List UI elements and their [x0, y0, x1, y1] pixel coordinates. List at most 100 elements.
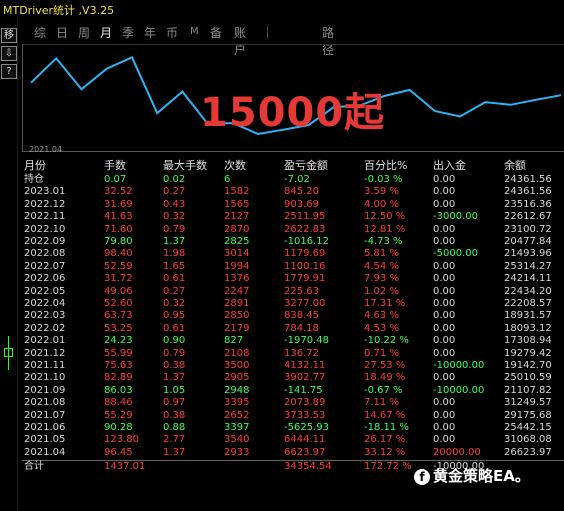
table-cell: 4.00 % — [364, 198, 399, 210]
table-row[interactable]: 2022.10 71.60 0.79 2870 2622.83 12.81 % 0.00 23… — [22, 224, 564, 236]
table-row[interactable]: 2021.07 55.29 0.38 2652 3733.53 14.67 % 0.00 29… — [22, 410, 564, 422]
table-cell: 2022.05 — [24, 285, 66, 297]
table-cell: 2022.01 — [24, 335, 66, 347]
table-cell: 0.00 — [433, 397, 456, 409]
table-row[interactable]: 2022.11 41.63 0.32 2127 2511.95 12.50 % -3000.… — [22, 211, 564, 223]
table-row[interactable]: 2022.09 79.80 1.37 2825 -1016.12 -4.73 % 0.00 2… — [22, 236, 564, 248]
table-cell: 3014 — [224, 248, 250, 260]
tab-m[interactable]: M — [190, 26, 199, 37]
table-cell: 0.95 — [163, 310, 186, 322]
table-cell: 0.27 — [163, 285, 186, 297]
table-cell: 784.18 — [284, 322, 319, 334]
table-cell: 845.20 — [284, 186, 319, 198]
table-row[interactable]: 2022.12 31.69 0.43 1565 903.69 4.00 % 0.00 2351… — [22, 199, 564, 211]
table-cell: 71.60 — [104, 223, 133, 235]
table-row[interactable]: 2021.06 90.28 0.88 3397 -5625.93 -18.11 % 0.00… — [22, 422, 564, 434]
tab-year[interactable]: 年 — [144, 24, 156, 41]
tab-day[interactable]: 日 — [56, 24, 68, 41]
table-row[interactable]: 2021.04 96.45 1.37 2933 6623.97 33.12 % 20000.… — [22, 447, 564, 459]
table-cell: 23100.72 — [504, 223, 552, 235]
table-cell: 2652 — [224, 409, 250, 421]
table-cell: 2021.12 — [24, 347, 66, 359]
table-row[interactable]: 2021.12 55.99 0.79 2108 136.72 0.71 % 0.00 1927… — [22, 348, 564, 360]
table-cell: 225.63 — [284, 285, 319, 297]
table-cell: 0.00 — [433, 186, 456, 198]
header-max-lots: 最大手数 — [163, 159, 207, 172]
table-cell: 22612.67 — [504, 211, 552, 223]
tab-quarter[interactable]: 季 — [122, 24, 134, 41]
table-cell: 1.37 — [163, 372, 186, 384]
table-cell: 0.07 — [104, 174, 127, 185]
table-row[interactable]: 2022.01 24.23 0.90 827 -1970.48 -10.22 % 0.00 1… — [22, 335, 564, 347]
table-cell: -1016.12 — [284, 236, 329, 247]
table-cell: 0.61 — [163, 322, 186, 334]
tab-divider — [267, 26, 268, 39]
summary-cell: 34354.54 — [284, 461, 332, 473]
table-cell: -5000.00 — [433, 248, 478, 260]
table-cell: 0.00 — [433, 434, 456, 446]
table-row[interactable]: 持仓 0.07 0.02 6 -7.02 -0.03 % 0.00 24361.56 — [22, 174, 564, 186]
table-cell: 63.73 — [104, 310, 133, 322]
table-cell: 21493.96 — [504, 248, 552, 260]
table-row[interactable]: 2022.04 52.60 0.32 2891 3277.00 17.31 % 0.00 22… — [22, 298, 564, 310]
table-row[interactable]: 2021.05 123.80 2.77 3540 6444.11 26.17 % 0.00 3… — [22, 434, 564, 446]
table-row[interactable]: 2023.01 32.52 0.27 1582 845.20 3.59 % 0.00 2436… — [22, 186, 564, 198]
table-cell: 49.06 — [104, 285, 133, 297]
table-row[interactable]: 2022.07 52.59 1.65 1994 1100.16 4.54 % 0.00 253… — [22, 261, 564, 273]
table-cell: 2021.08 — [24, 397, 66, 409]
table-cell: -10000.00 — [433, 384, 485, 396]
header-deposit-withdraw: 出入金 — [433, 159, 466, 172]
table-row[interactable]: 2021.08 88.46 0.97 3395 2073.89 7.11 % 0.00 312… — [22, 397, 564, 409]
table-cell: 0.00 — [433, 285, 456, 297]
table-cell: -1970.48 — [284, 335, 329, 347]
table-cell: 2891 — [224, 298, 250, 309]
move-button[interactable]: 移 — [1, 28, 17, 43]
table-row[interactable]: 2022.06 31.72 0.61 1376 1779.91 7.93 % 0.00 242… — [22, 273, 564, 285]
table-cell: 2948 — [224, 384, 250, 396]
table-cell: 0.38 — [163, 360, 186, 371]
table-cell: 0.43 — [163, 198, 186, 210]
table-cell: 1179.69 — [284, 248, 326, 260]
tab-week[interactable]: 周 — [78, 24, 90, 41]
table-cell: 2825 — [224, 236, 250, 247]
table-cell: 17308.94 — [504, 335, 552, 347]
table-row[interactable]: 2022.03 63.73 0.95 2850 838.45 4.63 % 0.00 1893… — [22, 310, 564, 322]
header-balance: 余额 — [504, 159, 526, 172]
table-row[interactable]: 2021.11 75.63 0.38 3500 4132.11 27.53 % -10000… — [22, 360, 564, 372]
tab-overview[interactable]: 综 — [34, 24, 46, 41]
table-cell: 2021.11 — [24, 360, 66, 371]
table-cell: 55.29 — [104, 409, 133, 421]
table-cell: -0.67 % — [364, 384, 403, 396]
table-cell: 2.77 — [163, 434, 186, 446]
header-month: 月份 — [24, 159, 46, 172]
table-cell: 52.59 — [104, 260, 133, 272]
watermark-text: 黄金策略EA。 — [433, 467, 530, 485]
table-cell: 2870 — [224, 223, 250, 235]
table-cell: 2023.01 — [24, 186, 66, 198]
tab-notes[interactable]: 备 — [210, 24, 222, 41]
table-cell: 1.65 — [163, 260, 186, 272]
table-cell: 24361.56 — [504, 174, 552, 185]
download-button[interactable]: ⇩ — [1, 46, 17, 61]
table-cell: 0.02 — [163, 174, 186, 185]
tab-currency[interactable]: 币 — [166, 24, 178, 41]
table-cell: 2905 — [224, 372, 250, 384]
table-row[interactable]: 2022.05 49.06 0.27 2247 225.63 1.02 % 0.00 2243… — [22, 286, 564, 298]
table-cell: 0.00 — [433, 322, 456, 334]
table-row[interactable]: 2021.10 82.89 1.37 2905 3902.77 18.49 % 0.00 25… — [22, 372, 564, 384]
help-button[interactable]: ? — [1, 64, 17, 79]
table-cell: 86.03 — [104, 384, 133, 396]
table-cell: 2127 — [224, 211, 250, 223]
watermark-logo-icon: f — [414, 468, 430, 485]
table-cell: 7.11 % — [364, 397, 399, 409]
table-cell: -4.73 % — [364, 236, 403, 247]
window-title: MTDriver统计 ,V3.25 — [3, 4, 115, 17]
table-cell: 29175.68 — [504, 409, 552, 421]
table-cell: 14.67 % — [364, 409, 406, 421]
table-cell: -141.75 — [284, 384, 323, 396]
table-row[interactable]: 2022.02 53.25 0.61 2179 784.18 4.53 % 0.00 1809… — [22, 323, 564, 335]
table-row[interactable]: 2021.09 86.03 1.05 2948 -141.75 -0.67 % -10000… — [22, 385, 564, 397]
table-cell: 0.32 — [163, 298, 186, 309]
tab-month[interactable]: 月 — [100, 24, 112, 41]
table-row[interactable]: 2022.08 98.40 1.98 3014 1179.69 5.81 % -5000.0… — [22, 248, 564, 260]
